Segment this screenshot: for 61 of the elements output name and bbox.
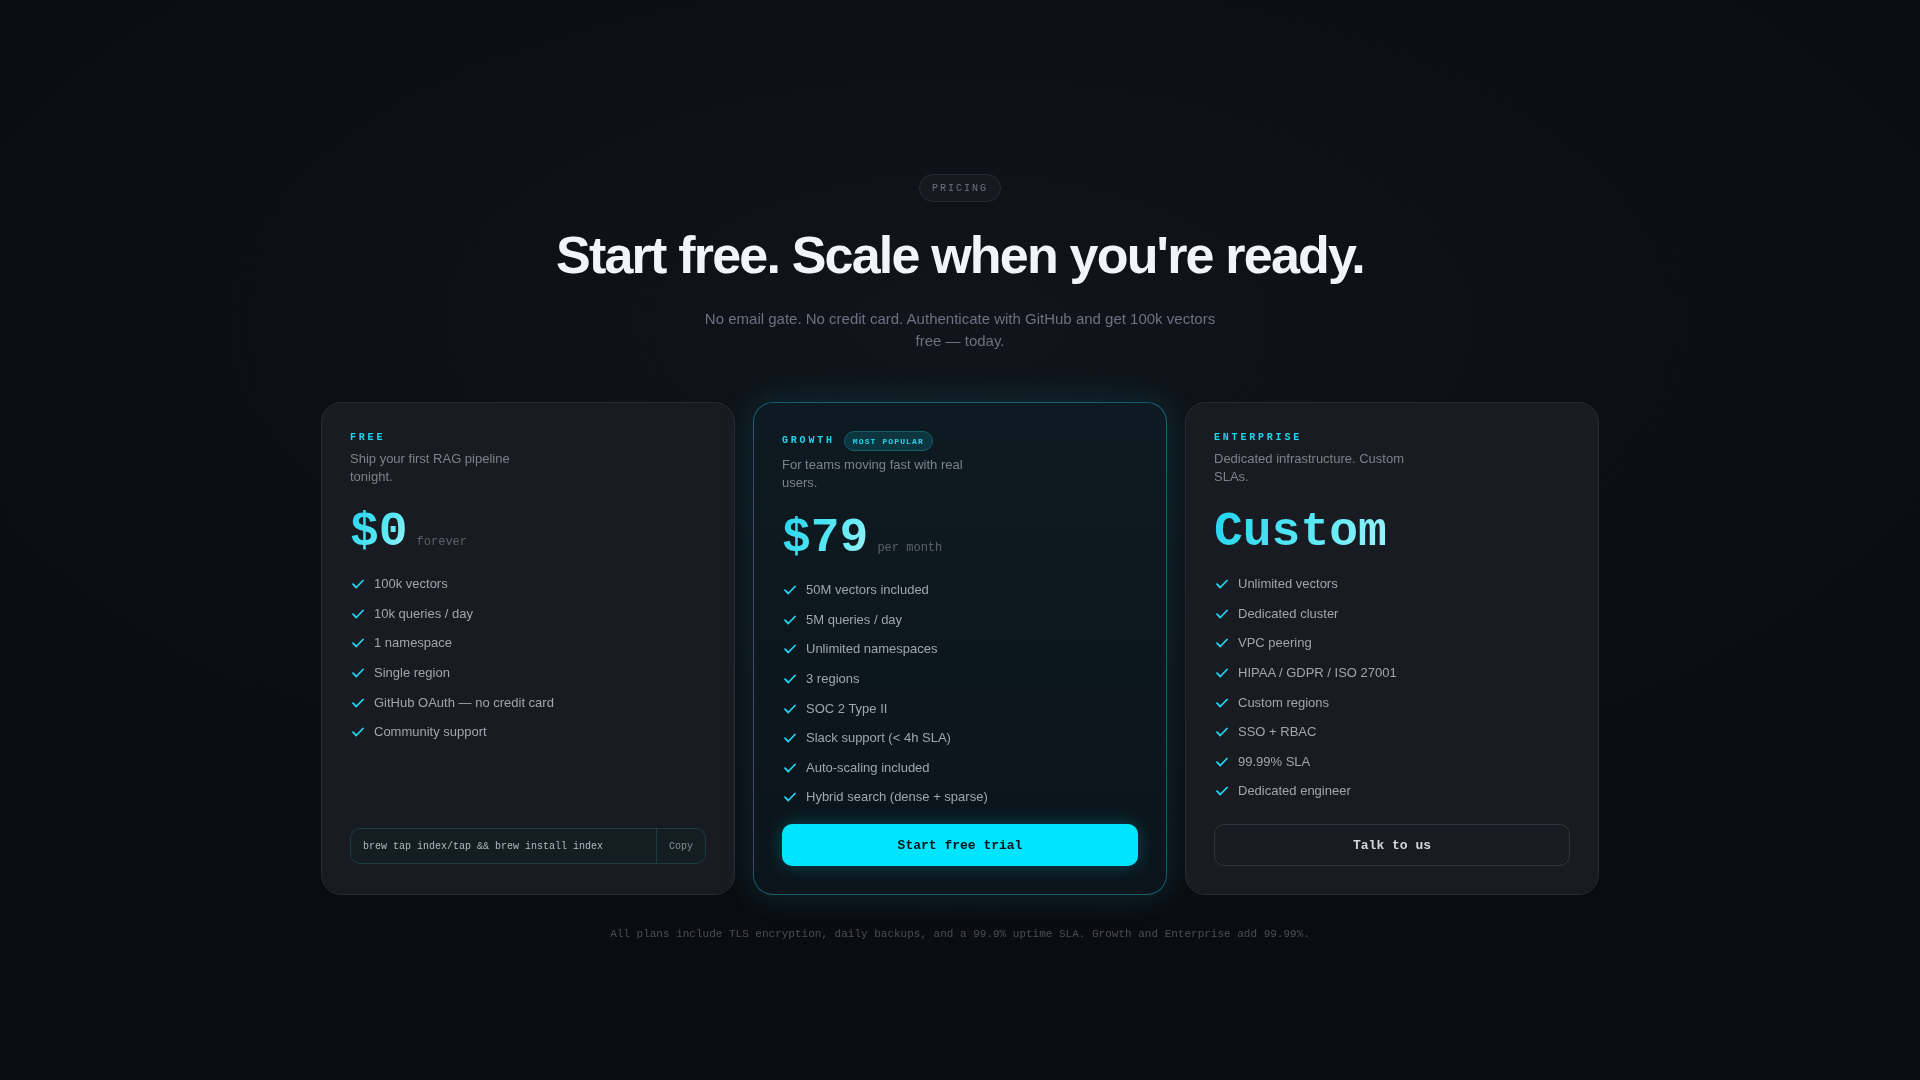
check-icon xyxy=(352,608,364,619)
feature-text: 99.99% SLA xyxy=(1238,752,1311,771)
plan-description: For teams moving fast with real users. xyxy=(782,456,964,493)
check-icon xyxy=(1216,697,1228,708)
feature-text: 1 namespace xyxy=(374,634,453,653)
feature-text: GitHub OAuth — no credit card xyxy=(374,693,554,712)
feature-text: Dedicated cluster xyxy=(1238,604,1339,623)
check-icon xyxy=(784,792,796,803)
check-icon xyxy=(352,727,364,738)
check-icon xyxy=(1216,786,1228,797)
feature-text: Auto-scaling included xyxy=(806,758,930,777)
page-heading: Start free. Scale when you're ready. xyxy=(556,227,1364,285)
footnote: All plans include TLS encryption, daily backups, and a 99.9% uptime SLA. Growth and Enterprise add 99.99%. xyxy=(610,927,1310,943)
feature-text: HIPAA / GDPR / ISO 27001 xyxy=(1238,663,1397,682)
feature-text: Slack support (< 4h SLA) xyxy=(806,729,951,748)
check-icon xyxy=(1216,579,1228,590)
feature-text: SOC 2 Type II xyxy=(806,699,888,718)
plan-name: GROWTH xyxy=(782,434,835,449)
plan-description: Dedicated infrastructure. Custom SLAs. xyxy=(1214,450,1406,487)
command-text: brew tap index/tap && brew install index xyxy=(362,839,605,854)
popular-tag: MOST POPULAR xyxy=(843,431,933,452)
check-icon xyxy=(1216,727,1228,738)
check-icon xyxy=(784,733,796,744)
section-badge: PRICING xyxy=(919,174,1001,202)
check-icon xyxy=(784,585,796,596)
check-icon xyxy=(784,703,796,714)
check-icon xyxy=(784,614,796,625)
plan-name: FREE xyxy=(350,431,386,446)
feature-text: Dedicated engineer xyxy=(1238,782,1351,801)
check-icon xyxy=(352,638,364,649)
feature-text: SSO + RBAC xyxy=(1238,723,1317,742)
contact-button[interactable]: Talk to us xyxy=(1214,824,1570,867)
plan-name: ENTERPRISE xyxy=(1214,431,1302,446)
check-icon xyxy=(352,667,364,678)
price-note: forever xyxy=(416,535,468,550)
check-icon xyxy=(784,644,796,655)
plan-description: Ship your first RAG pipeline tonight. xyxy=(350,450,511,487)
check-icon xyxy=(784,673,796,684)
feature-text: 5M queries / day xyxy=(806,610,903,629)
check-icon xyxy=(352,697,364,708)
feature-text: Unlimited namespaces xyxy=(806,640,938,659)
check-icon xyxy=(1216,638,1228,649)
feature-text: Community support xyxy=(374,723,487,742)
feature-text: Custom regions xyxy=(1238,693,1330,712)
feature-text: 50M vectors included xyxy=(806,581,929,600)
check-icon xyxy=(784,762,796,773)
page-subtitle: No email gate. No credit card. Authenticate with GitHub and get 100k vectors free — today. xyxy=(703,309,1217,352)
check-icon xyxy=(1216,667,1228,678)
check-icon xyxy=(1216,756,1228,767)
feature-text: 3 regions xyxy=(806,669,860,688)
feature-text: Hybrid search (dense + sparse) xyxy=(806,788,988,807)
feature-text: VPC peering xyxy=(1238,634,1312,653)
price-note: per month xyxy=(877,541,943,556)
feature-text: 100k vectors xyxy=(374,575,448,594)
feature-text: Unlimited vectors xyxy=(1238,575,1338,594)
feature-text: Single region xyxy=(374,663,450,682)
copy-button[interactable]: Copy xyxy=(656,829,705,864)
check-icon xyxy=(352,579,364,590)
feature-text: 10k queries / day xyxy=(374,604,473,623)
check-icon xyxy=(1216,608,1228,619)
start-trial-button[interactable]: Start free trial xyxy=(782,824,1138,867)
